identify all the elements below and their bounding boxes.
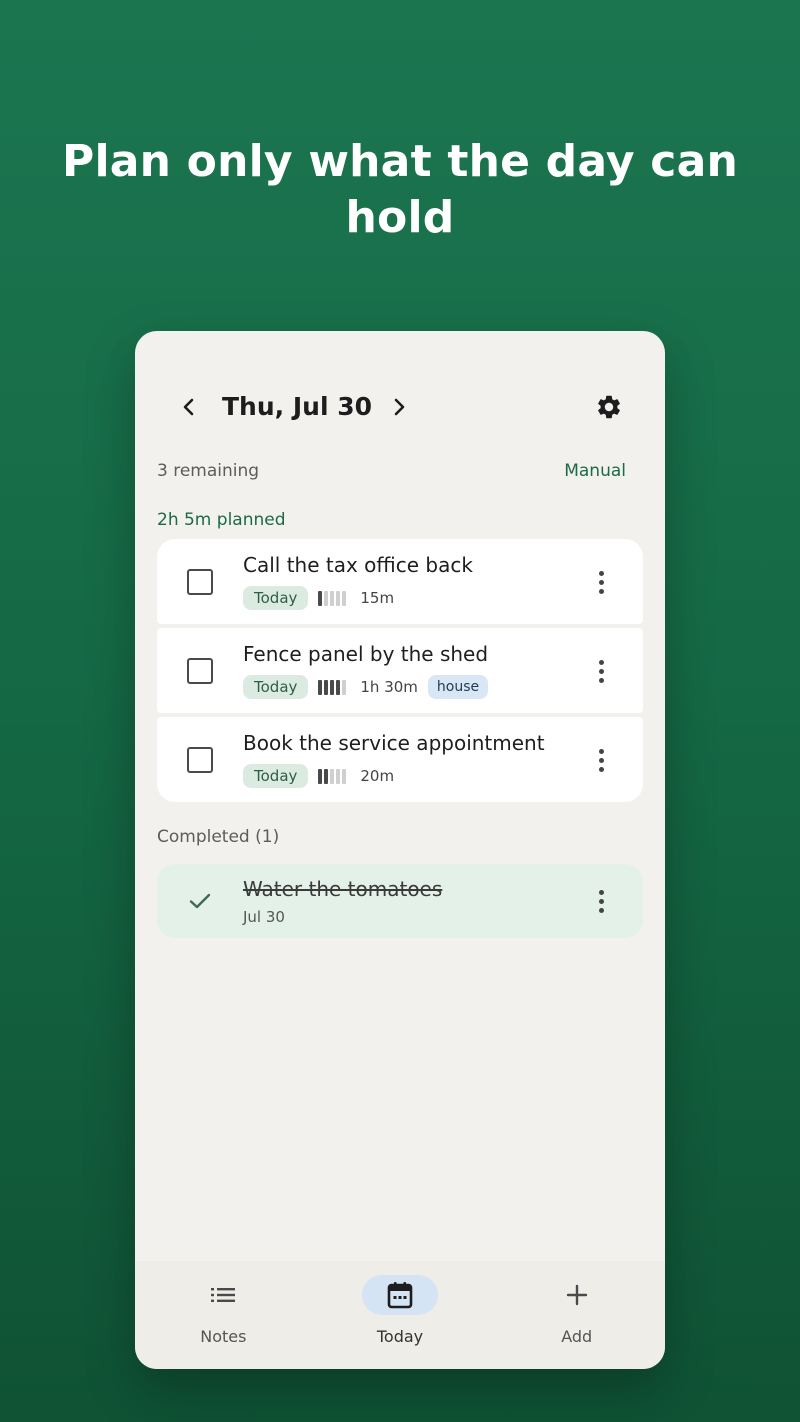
plus-icon <box>566 1284 587 1306</box>
sort-mode-button[interactable]: Manual <box>564 461 626 481</box>
nav-add[interactable]: Add <box>488 1261 665 1369</box>
nav-add-label: Add <box>561 1327 593 1346</box>
effort-segment <box>318 679 323 695</box>
more-options-button[interactable] <box>587 745 615 775</box>
kebab-menu-icon <box>598 570 604 594</box>
completed-date: Jul 30 <box>243 908 285 926</box>
effort-segment <box>324 679 329 695</box>
nav-notes-icon-container <box>185 1275 261 1315</box>
effort-segment <box>342 768 347 784</box>
calendar-icon <box>387 1282 413 1309</box>
effort-segment <box>336 768 341 784</box>
nav-notes-label: Notes <box>200 1327 247 1346</box>
chevron-right-icon <box>394 398 405 416</box>
effort-segment <box>336 679 341 695</box>
date-header: Thu, Jul 30 <box>135 331 665 481</box>
kebab-menu-icon <box>598 889 604 913</box>
effort-meter <box>318 679 347 695</box>
list-icon <box>211 1288 236 1302</box>
planned-time: 2h 5m planned <box>157 510 286 530</box>
current-date[interactable]: Thu, Jul 30 <box>222 389 372 425</box>
completed-heading[interactable]: Completed (1) <box>157 827 279 847</box>
task-title: Fence panel by the shed <box>243 642 489 666</box>
app-screen: Thu, Jul 30 3 remaining Manual 2h 5m pla… <box>135 331 665 1369</box>
effort-segment <box>330 679 335 695</box>
effort-segment <box>318 768 323 784</box>
kebab-menu-icon <box>598 748 604 772</box>
task-item[interactable]: Call the tax office back Today 15m <box>157 539 643 624</box>
task-meta: Today 15m <box>243 586 394 610</box>
gear-icon <box>598 395 620 419</box>
effort-meter <box>318 590 347 606</box>
next-day-button[interactable] <box>381 389 417 425</box>
task-checkbox[interactable] <box>187 658 213 684</box>
effort-segment <box>318 590 323 606</box>
kebab-menu-icon <box>598 659 604 683</box>
task-checkbox[interactable] <box>187 747 213 773</box>
effort-segment <box>342 590 347 606</box>
promo-headline: Plan only what the day can hold <box>62 136 738 243</box>
nav-today[interactable]: Today <box>312 1261 489 1369</box>
task-item[interactable]: Book the service appointment Today 20m <box>157 717 643 802</box>
task-item[interactable]: Fence panel by the shed Today 1h 30m hou… <box>157 628 643 713</box>
task-meta: Today 1h 30m house <box>243 675 489 699</box>
effort-segment <box>330 768 335 784</box>
remaining-count: 3 remaining <box>157 461 260 481</box>
due-chip: Today <box>243 586 309 610</box>
effort-segment <box>324 768 329 784</box>
effort-segment <box>324 590 329 606</box>
effort-segment <box>330 590 335 606</box>
more-options-button[interactable] <box>587 656 615 686</box>
bottom-navigation: Notes Today Add <box>135 1261 665 1369</box>
more-options-button[interactable] <box>587 567 615 597</box>
chevron-left-icon <box>183 398 194 416</box>
effort-segment <box>342 679 347 695</box>
nav-today-label: Today <box>376 1327 424 1346</box>
task-title: Call the tax office back <box>243 553 473 577</box>
completed-item[interactable]: Water the tomatoes Jul 30 <box>157 864 643 938</box>
effort-meter <box>318 768 347 784</box>
effort-segment <box>336 590 341 606</box>
nav-today-icon-container <box>362 1275 438 1315</box>
completed-title: Water the tomatoes <box>243 877 443 901</box>
tag-chip[interactable]: house <box>427 675 489 699</box>
nav-add-icon-container <box>539 1275 615 1315</box>
task-list: Call the tax office back Today 15m Fence… <box>157 539 643 806</box>
task-duration: 1h 30m <box>360 678 418 696</box>
previous-day-button[interactable] <box>171 389 207 425</box>
nav-notes[interactable]: Notes <box>135 1261 312 1369</box>
completed-checkbox[interactable] <box>187 888 213 914</box>
due-chip: Today <box>243 675 309 699</box>
task-duration: 15m <box>360 589 395 607</box>
task-checkbox[interactable] <box>187 569 213 595</box>
settings-button[interactable] <box>591 389 627 425</box>
task-meta: Today 20m <box>243 764 394 788</box>
due-chip: Today <box>243 764 309 788</box>
more-options-button[interactable] <box>587 886 615 916</box>
check-icon <box>189 893 211 909</box>
task-title: Book the service appointment <box>243 731 545 755</box>
task-duration: 20m <box>360 767 395 785</box>
